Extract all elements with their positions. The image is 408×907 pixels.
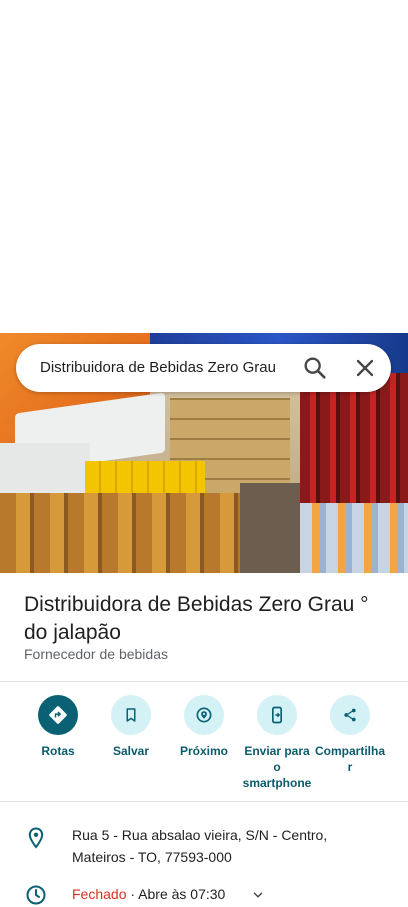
search-icon (304, 357, 326, 379)
divider (0, 681, 408, 682)
clock-icon (26, 885, 46, 905)
location-pin-icon (28, 827, 44, 849)
close-icon (356, 359, 374, 377)
status-closed: Fechado (72, 886, 127, 902)
address-line-2: Mateiros - TO, 77593-000 (72, 849, 232, 865)
search-input[interactable]: Distribuidora de Bebidas Zero Grau (40, 359, 302, 376)
share-label: Compartilhar (314, 744, 385, 774)
address-text: Rua 5 - Rua absalao vieira, S/N - Centro… (72, 824, 327, 868)
directions-label: Rotas (41, 744, 75, 758)
directions-button[interactable]: Rotas (21, 695, 95, 759)
search-bar[interactable]: Distribuidora de Bebidas Zero Grau (16, 344, 391, 392)
search-button[interactable] (301, 354, 329, 382)
place-title: Distribuidora de Bebidas Zero Grau ° do … (24, 593, 369, 644)
share-button[interactable]: Compartilhar (313, 695, 387, 775)
share-icon (344, 708, 356, 722)
hours-text: Fechado · Abre às 07:30 (72, 883, 265, 905)
send-to-phone-label: Enviar para o smartphone (242, 744, 312, 790)
nearby-label: Próximo (179, 744, 228, 758)
divider (0, 801, 408, 802)
save-button[interactable]: Salvar (94, 695, 168, 759)
opening-time: · Abre às 07:30 (126, 886, 226, 902)
send-to-phone-button[interactable]: Enviar para o smartphone (240, 695, 314, 791)
nearby-button[interactable]: Próximo (167, 695, 241, 759)
save-label: Salvar (112, 744, 150, 758)
send-to-phone-icon (272, 706, 282, 724)
chevron-down-icon[interactable] (251, 888, 265, 902)
directions-icon (49, 706, 67, 724)
bookmark-icon (126, 708, 136, 722)
nearby-icon (196, 707, 212, 723)
map-area-blank (0, 0, 408, 333)
clear-search-button[interactable] (351, 354, 379, 382)
address-line-1: Rua 5 - Rua absalao vieira, S/N - Centro… (72, 827, 328, 843)
place-category: Fornecedor de bebidas (24, 646, 168, 662)
